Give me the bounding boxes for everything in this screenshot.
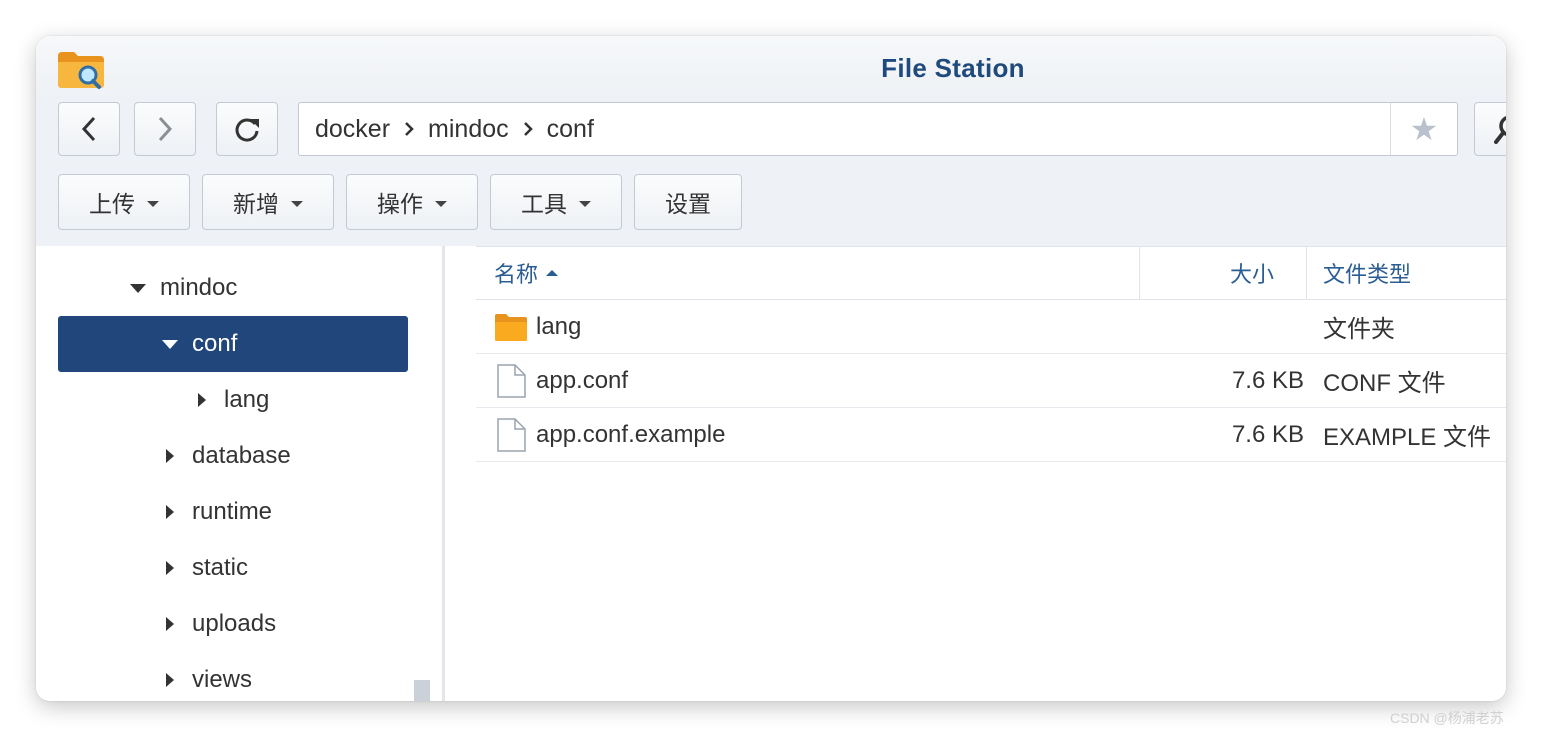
caret-down-icon	[147, 200, 159, 207]
create-label: 新增	[233, 191, 279, 217]
list-header: 名称 大小 文件类型	[476, 246, 1506, 300]
file-row-app-conf[interactable]: app.conf 7.6 KB CONF 文件	[476, 354, 1506, 408]
breadcrumb-mindoc[interactable]: mindoc	[428, 115, 509, 144]
expanded-triangle-icon[interactable]	[162, 339, 178, 349]
file-name: app.conf	[536, 366, 629, 394]
collapsed-triangle-icon[interactable]	[198, 393, 206, 407]
settings-label: 设置	[665, 191, 711, 217]
collapsed-triangle-icon[interactable]	[166, 505, 174, 519]
app-title: File Station	[881, 53, 1025, 83]
tree-item-label: lang	[224, 386, 270, 413]
breadcrumb-separator-icon	[523, 121, 533, 137]
collapsed-triangle-icon[interactable]	[166, 673, 174, 687]
upload-button[interactable]: 上传	[58, 174, 190, 230]
file-icon	[497, 417, 526, 452]
back-button[interactable]	[58, 102, 120, 156]
tree-item-views[interactable]: views	[36, 652, 408, 701]
collapsed-triangle-icon[interactable]	[166, 449, 174, 463]
tree-item-label: views	[192, 666, 253, 693]
tree-item-label: conf	[192, 330, 238, 357]
chevron-right-icon	[158, 116, 173, 142]
type-cell: EXAMPLE 文件	[1323, 424, 1492, 451]
size-cell: 7.6 KB	[1231, 366, 1304, 394]
tree-item-label: static	[192, 554, 249, 581]
path-bar[interactable]: docker mindoc conf ★	[298, 102, 1458, 156]
upload-label: 上传	[89, 191, 135, 217]
settings-button[interactable]: 设置	[634, 174, 742, 230]
refresh-icon	[235, 118, 259, 142]
file-name: lang	[536, 312, 582, 340]
breadcrumb-separator-icon	[404, 121, 414, 137]
name-cell: lang	[494, 300, 581, 353]
file-list: 名称 大小 文件类型 lang 文件夹 app.conf 7.6 KB CONF…	[476, 246, 1506, 701]
action-button[interactable]: 操作	[346, 174, 478, 230]
folder-icon	[495, 313, 527, 341]
column-size-label: 大小	[1229, 262, 1274, 287]
tree-item-label: database	[192, 442, 291, 469]
breadcrumb-conf[interactable]: conf	[547, 115, 594, 144]
create-button[interactable]: 新增	[202, 174, 334, 230]
caret-down-icon	[435, 200, 447, 207]
tree-item-database[interactable]: database	[36, 428, 408, 484]
tools-button[interactable]: 工具	[490, 174, 622, 230]
breadcrumb-docker[interactable]: docker	[315, 115, 390, 144]
action-label: 操作	[377, 191, 423, 217]
collapsed-triangle-icon[interactable]	[166, 561, 174, 575]
type-cell: 文件夹	[1323, 316, 1395, 343]
type-cell: CONF 文件	[1323, 370, 1446, 397]
tree-item-label: mindoc	[160, 274, 238, 301]
size-cell	[1140, 300, 1304, 353]
file-name: app.conf.example	[536, 420, 726, 448]
refresh-button[interactable]	[216, 102, 278, 156]
panel-divider[interactable]	[442, 246, 445, 701]
tree-item-static[interactable]: static	[36, 540, 408, 596]
forward-button[interactable]	[134, 102, 196, 156]
sort-ascending-icon	[546, 270, 559, 276]
column-type-label: 文件类型	[1323, 262, 1412, 287]
watermark: CSDN @杨浦老苏	[1390, 710, 1504, 726]
name-cell: app.conf.example	[494, 408, 725, 461]
star-icon[interactable]: ★	[1390, 103, 1457, 155]
folder-tree: mindoc conf lang database runtime static…	[36, 246, 442, 701]
search-icon	[1494, 116, 1506, 144]
expanded-triangle-icon[interactable]	[130, 283, 146, 293]
file-row-lang[interactable]: lang 文件夹	[476, 300, 1506, 354]
tree-item-lang[interactable]: lang	[36, 372, 408, 428]
caret-down-icon	[579, 200, 591, 207]
tree-item-uploads[interactable]: uploads	[36, 596, 408, 652]
column-header-size[interactable]: 大小	[1140, 247, 1306, 299]
column-name-label: 名称	[494, 262, 539, 287]
file-station-window: File Station docker mindoc conf ★ 上传 新增 …	[36, 36, 1506, 701]
tree-item-runtime[interactable]: runtime	[36, 484, 408, 540]
name-cell: app.conf	[494, 354, 628, 407]
size-cell: 7.6 KB	[1231, 420, 1304, 448]
tools-label: 工具	[521, 191, 567, 217]
tree-item-conf[interactable]: conf	[58, 316, 408, 372]
caret-down-icon	[291, 200, 303, 207]
file-row-app-conf-example[interactable]: app.conf.example 7.6 KB EXAMPLE 文件	[476, 408, 1506, 462]
tree-item-label: runtime	[192, 498, 273, 525]
tree-item-mindoc[interactable]: mindoc	[36, 260, 408, 316]
search-button[interactable]	[1474, 102, 1506, 156]
file-icon	[497, 363, 526, 398]
tree-item-label: uploads	[192, 610, 277, 637]
tree-scrollbar[interactable]	[414, 680, 430, 701]
title-bar: File Station	[36, 36, 1506, 100]
column-header-type[interactable]: 文件类型	[1323, 247, 1503, 299]
chevron-left-icon	[81, 116, 96, 142]
column-separator[interactable]	[1306, 247, 1307, 299]
collapsed-triangle-icon[interactable]	[166, 617, 174, 631]
column-header-name[interactable]: 名称	[494, 247, 1134, 299]
